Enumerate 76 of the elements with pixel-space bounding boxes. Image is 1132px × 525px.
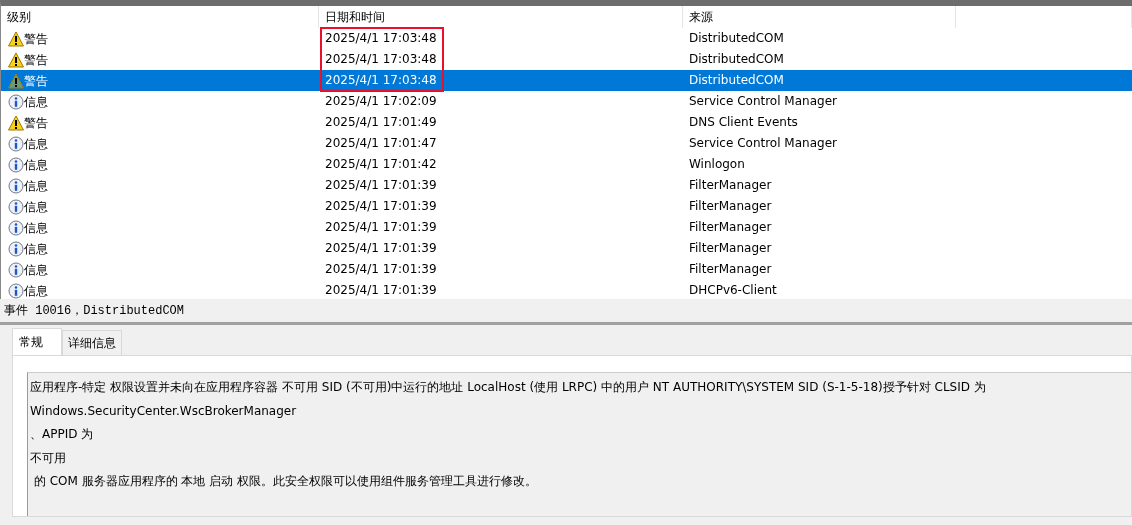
warning-icon [8,72,24,89]
table-cell-text: 2025/4/1 17:01:39 [324,177,437,194]
level-text: 信息 [24,282,48,299]
table-cell-text: FilterManager [688,219,772,236]
tab[interactable]: 常规 [12,328,62,355]
table-cell-text: FilterManager [688,177,772,194]
event-row[interactable]: 信息 2025/4/1 17:01:42 Winlogon [1,154,1132,175]
event-row[interactable]: 信息 2025/4/1 17:01:39 FilterManager [1,196,1132,217]
table-cell-text: DistributedCOM [688,72,784,89]
event-row[interactable]: 警告 2025/4/1 17:01:49 DNS Client Events [1,112,1132,133]
table-cell-text: 2025/4/1 17:01:47 [324,135,437,152]
column-header[interactable]: 级别 [1,6,319,28]
table-cell-text: 2025/4/1 17:01:49 [324,114,437,131]
level-text: 信息 [24,261,48,279]
table-cell-text: Service Control Manager [688,93,837,110]
level-text: 警告 [24,30,48,48]
warning-icon [8,51,24,68]
table-cell-text: FilterManager [688,261,772,278]
table-cell-text: DHCPv6-Client [688,282,777,299]
info-icon [8,135,24,152]
table-cell-text: 2025/4/1 17:02:09 [324,93,437,110]
table-cell-text: 2025/4/1 17:03:48 [324,72,437,89]
event-row[interactable]: 警告 2025/4/1 17:03:48 DistributedCOM [1,28,1132,49]
level-text: 信息 [24,219,48,237]
level-text: 警告 [24,51,48,69]
level-text: 信息 [24,156,48,174]
event-row[interactable]: 信息 2025/4/1 17:02:09 Service Control Manager [1,91,1132,112]
level-text: 信息 [24,93,48,111]
table-cell-text: Service Control Manager [688,135,837,152]
warning-icon [8,30,24,47]
info-icon [8,198,24,215]
level-text: 信息 [24,135,48,153]
event-row[interactable]: 信息 2025/4/1 17:01:39 FilterManager [1,259,1132,280]
level-text: 信息 [24,177,48,195]
table-cell-text: DNS Client Events [688,114,798,131]
info-icon [8,282,24,299]
level-text: 警告 [24,114,48,132]
info-icon [8,156,24,173]
table-cell-text: 2025/4/1 17:01:39 [324,261,437,278]
level-text: 警告 [24,72,48,90]
description-text: 、APPID 为 [30,426,95,443]
event-row[interactable]: 信息 2025/4/1 17:01:47 Service Control Manager [1,133,1132,154]
column-header[interactable]: 日期和时间 [319,6,683,28]
table-cell-text: FilterManager [688,240,772,257]
table-cell-text: 2025/4/1 17:03:48 [324,30,437,47]
description-text: 应用程序-特定 权限设置并未向在应用程序容器 不可用 SID (不可用)中运行的地址 LocalHost (使用 LRPC) 中的用户 NT AUTHORITY\SYSTEM SID (S-1-5-18)授予针对 CLSID 为 [30,379,987,396]
event-row[interactable]: 信息 2025/4/1 17:01:39 FilterManager [1,175,1132,196]
info-icon [8,93,24,110]
table-cell-text: Winlogon [688,156,745,173]
info-icon [8,240,24,257]
table-cell-text: 2025/4/1 17:01:39 [324,282,437,299]
warning-icon [8,114,24,131]
table-cell-text: DistributedCOM [688,30,784,47]
table-cell-text: 2025/4/1 17:01:39 [324,240,437,257]
level-text: 信息 [24,198,48,216]
description-text: Windows.SecurityCenter.WscBrokerManager [30,402,298,420]
description-text: 不可用 [30,449,67,467]
event-title: 事件 10016，DistributedCOM [0,299,1132,325]
event-row[interactable]: 信息 2025/4/1 17:01:39 FilterManager [1,238,1132,259]
event-row[interactable]: 警告 2025/4/1 17:03:48 DistributedCOM [1,70,1132,91]
description-text: 的 COM 服务器应用程序的 本地 启动 权限。此安全权限可以使用组件服务管理工具进行修改。 [32,473,539,490]
info-icon [8,177,24,194]
column-header[interactable]: 来源 [683,6,956,28]
tab[interactable]: 详细信息 [62,330,122,355]
table-cell-text: 2025/4/1 17:01:39 [324,219,437,236]
table-cell-text: DistributedCOM [688,51,784,68]
info-icon [8,219,24,236]
table-cell-text: FilterManager [688,198,772,215]
event-row[interactable]: 警告 2025/4/1 17:03:48 DistributedCOM [1,49,1132,70]
table-cell-text: 2025/4/1 17:03:48 [324,51,437,68]
event-row[interactable]: 信息 2025/4/1 17:01:39 DHCPv6-Client [1,280,1132,299]
event-row[interactable]: 信息 2025/4/1 17:01:39 FilterManager [1,217,1132,238]
info-icon [8,261,24,278]
table-cell-text: 2025/4/1 17:01:42 [324,156,437,173]
table-cell-text: 2025/4/1 17:01:39 [324,198,437,215]
level-text: 信息 [24,240,48,258]
